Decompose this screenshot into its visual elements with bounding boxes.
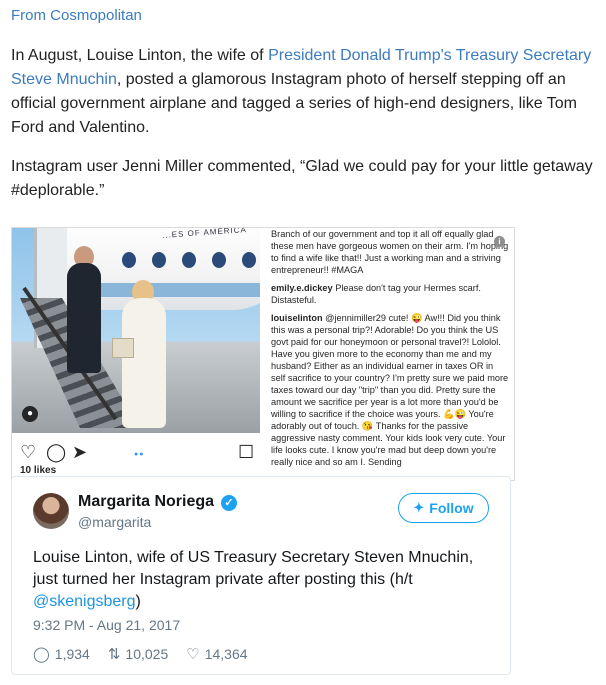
tweet-body: Louise Linton, wife of US Treasury Secre… (33, 549, 474, 588)
info-icon[interactable]: i (494, 236, 505, 247)
comment: emily.e.dickey Please don't tag your Her… (271, 282, 509, 306)
comment-username[interactable]: emily.e.dickey (271, 283, 333, 293)
likes-count: 10 likes (20, 465, 57, 476)
tweet-body-end: ) (135, 593, 141, 610)
instagram-comments: i Branch of our government and top it al… (271, 228, 509, 480)
retweet-stat[interactable]: ⇅ 10,025 (108, 645, 168, 663)
reply-stat[interactable]: ◯ 1,934 (33, 645, 90, 663)
man-figure (67, 263, 101, 373)
avatar[interactable] (33, 493, 69, 529)
article-paragraph-1: In August, Louise Linton, the wife of Pr… (11, 44, 601, 140)
tweet-timestamp[interactable]: 9:32 PM - Aug 21, 2017 (33, 617, 180, 633)
tweet-embed: Margarita Noriega ✓ @margarita ✦ Follow … (11, 476, 511, 675)
tweet-text: Louise Linton, wife of US Treasury Secre… (33, 547, 493, 613)
bookmark-icon[interactable]: ☐ (238, 443, 254, 461)
comment-icon[interactable]: ◯ (46, 443, 66, 461)
like-count: 14,364 (204, 646, 248, 662)
airplane-window (182, 252, 196, 268)
instagram-embed: ...ES OF AMERICA ● ♡ ◯ ➤ ●● ☐ 10 likes i… (11, 227, 515, 481)
comment: louiselinton @jennimiller29 cute! 😜 Aw!!… (271, 312, 509, 468)
tweet-display-name[interactable]: Margarita Noriega (78, 493, 214, 511)
comment: Branch of our government and top it all … (271, 228, 509, 276)
woman-figure (122, 298, 166, 428)
reply-icon: ◯ (33, 646, 50, 663)
retweet-icon: ⇅ (107, 646, 121, 663)
heart-icon: ♡ (186, 646, 200, 663)
article-paragraph-2: Instagram user Jenni Miller commented, “… (11, 158, 593, 199)
carousel-dots: ●● (134, 451, 145, 458)
airplane-window (242, 252, 256, 268)
share-icon[interactable]: ➤ (72, 443, 87, 461)
follow-label: Follow (429, 500, 474, 516)
instagram-action-bar: ♡ ◯ ➤ ●● ☐ 10 likes (12, 433, 260, 480)
heart-icon[interactable]: ♡ (20, 443, 36, 461)
verified-badge-icon: ✓ (221, 495, 237, 511)
follow-button[interactable]: ✦ Follow (398, 493, 489, 523)
tweet-stats: ◯ 1,934 ⇅ 10,025 ♡ 14,364 (33, 645, 248, 663)
paragraph-1-lead: In August, Louise Linton, the wife of (11, 47, 269, 64)
user-tag-icon[interactable]: ● (22, 406, 38, 422)
tweet-handle[interactable]: @margarita (78, 514, 151, 530)
comment-text: @jennimiller29 cute! 😜 Aw!!! Did you thi… (271, 313, 509, 467)
mention-link[interactable]: @skenigsberg (33, 593, 136, 610)
twitter-bird-icon: ✦ (413, 500, 425, 515)
airplane-window (212, 252, 226, 268)
like-stat[interactable]: ♡ 14,364 (186, 645, 247, 663)
reply-count: 1,934 (54, 646, 90, 662)
source-link[interactable]: From Cosmopolitan (11, 7, 142, 24)
airplane-window (152, 252, 166, 268)
comment-text: Branch of our government and top it all … (271, 229, 509, 275)
instagram-photo[interactable]: ...ES OF AMERICA ● (12, 228, 260, 433)
airplane-window (122, 252, 136, 268)
handbag (112, 338, 134, 358)
retweet-count: 10,025 (125, 646, 169, 662)
comment-username[interactable]: louiselinton (271, 313, 323, 323)
